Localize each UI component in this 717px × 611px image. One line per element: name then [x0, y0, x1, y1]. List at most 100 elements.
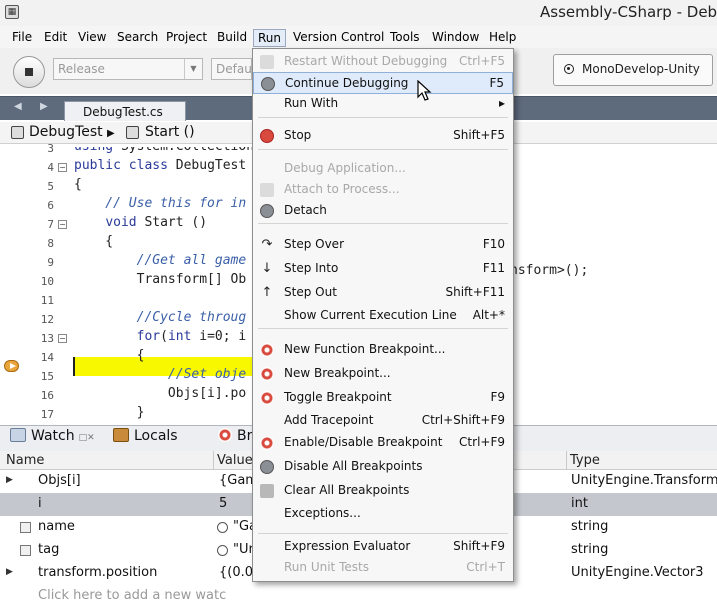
- line-number: 5: [47, 180, 54, 193]
- restart-icon: [260, 55, 274, 69]
- radio-icon: [564, 64, 574, 74]
- fold-toggle-icon[interactable]: −: [58, 334, 67, 343]
- function-breakpoint-icon: [260, 343, 274, 357]
- menu-item-label: Exceptions...: [284, 506, 361, 520]
- tab-breakpoints[interactable]: Br: [218, 428, 252, 444]
- breakpoint-icon: [218, 428, 232, 442]
- tab-watch[interactable]: Watch □✕: [10, 428, 95, 444]
- menu-project[interactable]: Project: [162, 29, 211, 47]
- menu-edit[interactable]: Edit: [40, 29, 71, 47]
- continue-icon: [261, 77, 275, 91]
- menu-item-step-out[interactable]: ↑ Step Out Shift+F11: [253, 282, 513, 304]
- path-class[interactable]: DebugTest: [29, 124, 103, 140]
- run-target-label: MonoDevelop-Unity: [582, 62, 700, 76]
- menu-item-run-unit-tests: Run Unit Tests Ctrl+T: [253, 557, 513, 579]
- platform-value: Default: [216, 62, 252, 76]
- column-name[interactable]: Name: [6, 453, 44, 468]
- enable-breakpoint-icon: [260, 436, 274, 450]
- method-icon: [126, 126, 139, 139]
- path-method[interactable]: Start (): [145, 124, 195, 140]
- menu-item-toggle-breakpoint[interactable]: Toggle Breakpoint F9: [253, 387, 513, 409]
- menu-item-show-current-execution-line[interactable]: Show Current Execution Line Alt+*: [253, 305, 513, 327]
- configuration-value: Release: [58, 62, 105, 76]
- tab-watch-label: Watch: [31, 428, 75, 444]
- menu-item-label: New Breakpoint...: [284, 366, 391, 380]
- menu-item-stop[interactable]: Stop Shift+F5: [253, 125, 513, 147]
- column-separator[interactable]: [213, 451, 214, 470]
- menu-item-step-over[interactable]: ↷ Step Over F10: [253, 234, 513, 256]
- menu-item-add-tracepoint[interactable]: Add Tracepoint Ctrl+Shift+F9: [253, 410, 513, 432]
- expand-arrow-icon[interactable]: ▶: [6, 475, 13, 485]
- magnifier-icon[interactable]: [217, 522, 228, 533]
- menu-item-new-function-breakpoint[interactable]: New Function Breakpoint...: [253, 339, 513, 361]
- menu-separator: [258, 328, 508, 329]
- tab-locals[interactable]: Locals: [113, 428, 178, 444]
- detach-icon: [260, 204, 274, 218]
- add-watch-placeholder[interactable]: Click here to add a new watc: [38, 588, 226, 603]
- fold-toggle-icon[interactable]: −: [58, 163, 67, 172]
- run-target-button[interactable]: MonoDevelop-Unity: [553, 54, 713, 86]
- line-number: 7: [47, 218, 54, 231]
- expand-arrow-icon[interactable]: ▶: [6, 567, 13, 577]
- menu-item-step-into[interactable]: ↓ Step Into F11: [253, 258, 513, 280]
- menu-item-label: Disable All Breakpoints: [284, 459, 423, 473]
- magnifier-icon[interactable]: [217, 545, 228, 556]
- configuration-select[interactable]: Release ▼: [53, 58, 203, 80]
- chevron-down-icon: ▼: [184, 59, 202, 79]
- tab-locals-label: Locals: [134, 428, 178, 444]
- menu-item-expression-evaluator[interactable]: Expression Evaluator Shift+F9: [253, 536, 513, 558]
- code-line: {: [74, 177, 82, 192]
- menu-separator: [258, 223, 508, 224]
- menu-item-shortcut: F5: [489, 76, 504, 90]
- menu-version-control[interactable]: Version Control: [289, 29, 388, 47]
- menu-item-clear-all-breakpoints[interactable]: Clear All Breakpoints: [253, 480, 513, 502]
- code-line: //Set obje: [74, 367, 247, 382]
- menu-run[interactable]: Run: [253, 29, 287, 47]
- stop-button[interactable]: [13, 56, 45, 88]
- forward-arrow-icon[interactable]: ▶: [40, 101, 48, 112]
- watch-icon: [10, 428, 26, 442]
- back-arrow-icon[interactable]: ◀: [14, 101, 22, 112]
- menu-tools[interactable]: Tools: [386, 29, 424, 47]
- menu-help[interactable]: Help: [485, 29, 520, 47]
- menu-file[interactable]: File: [8, 29, 36, 47]
- menu-build[interactable]: Build: [213, 29, 251, 47]
- menu-item-label: Step Out: [284, 285, 337, 299]
- menu-item-detach[interactable]: Detach: [253, 200, 513, 222]
- code-line: for(int i=0; i: [136, 329, 247, 344]
- menu-window[interactable]: Window: [428, 29, 483, 47]
- menu-item-exceptions[interactable]: Exceptions...: [253, 503, 513, 525]
- document-tab[interactable]: DebugTest.cs: [64, 101, 186, 121]
- menu-item-label: Attach to Process...: [284, 182, 400, 196]
- watch-type: string: [571, 542, 609, 557]
- window-title: Assembly-CSharp - Debug: [540, 3, 717, 21]
- column-separator[interactable]: [566, 451, 567, 470]
- column-type[interactable]: Type: [570, 453, 600, 468]
- step-over-icon: ↷: [261, 237, 273, 252]
- platform-select[interactable]: Default: [211, 58, 252, 80]
- close-icon[interactable]: □✕: [79, 433, 95, 443]
- menu-item-label: Continue Debugging: [285, 76, 409, 90]
- property-icon: [20, 522, 31, 533]
- menu-search[interactable]: Search: [113, 29, 162, 47]
- menu-item-continue-debugging[interactable]: Continue Debugging F5: [253, 72, 513, 94]
- column-value[interactable]: Value: [217, 453, 253, 468]
- watch-type: int: [571, 496, 588, 511]
- execution-pointer-icon: [4, 360, 19, 372]
- menu-item-shortcut: Shift+F5: [453, 128, 505, 142]
- menu-item-new-breakpoint[interactable]: New Breakpoint...: [253, 363, 513, 385]
- menu-item-run-with[interactable]: Run With ▸: [253, 93, 513, 115]
- menu-view[interactable]: View: [74, 29, 110, 47]
- menu-item-disable-all-breakpoints[interactable]: Disable All Breakpoints: [253, 456, 513, 478]
- tab-breakpoints-label: Br: [237, 428, 253, 444]
- menu-item-label: Clear All Breakpoints: [284, 483, 410, 497]
- line-number: 16: [40, 389, 54, 402]
- menu-item-restart-without-debugging: Restart Without Debugging Ctrl+F5: [253, 51, 513, 73]
- fold-toggle-icon[interactable]: −: [58, 220, 67, 229]
- title-bar: ▦ Assembly-CSharp - Debug: [0, 0, 717, 26]
- menu-item-enable-disable-breakpoint[interactable]: Enable/Disable Breakpoint Ctrl+F9: [253, 432, 513, 454]
- menu-item-label: Show Current Execution Line: [284, 308, 457, 322]
- menu-item-shortcut: Shift+F11: [445, 285, 505, 299]
- menu-separator: [258, 533, 508, 534]
- menu-item-label: Stop: [284, 128, 312, 142]
